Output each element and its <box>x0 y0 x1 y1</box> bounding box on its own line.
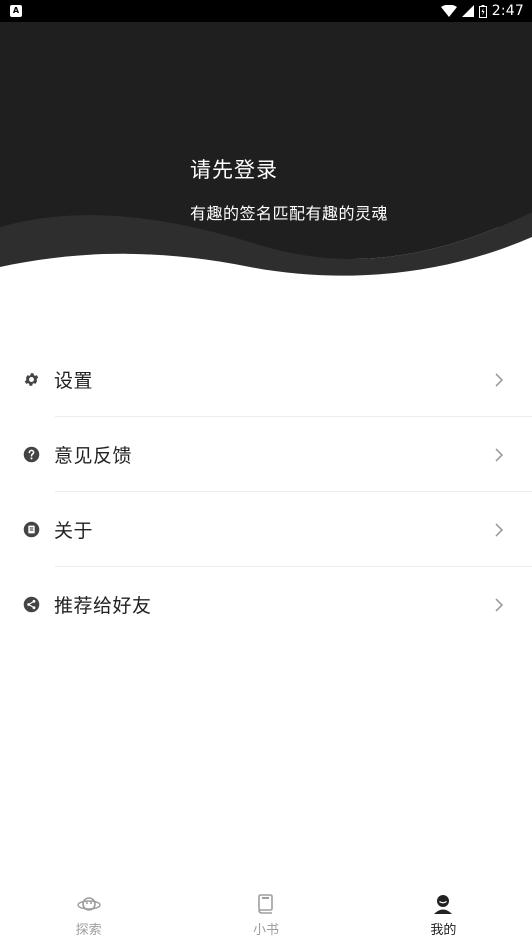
bottom-navigation: 探索 小书 我的 <box>0 880 532 946</box>
share-icon <box>22 596 40 614</box>
wifi-icon <box>440 5 457 17</box>
menu-item-about[interactable]: 关于 <box>0 492 532 567</box>
menu-item-label: 关于 <box>54 520 94 542</box>
settings-menu: 设置 意见反馈 关于 推荐给好友 <box>0 342 532 642</box>
chevron-right-icon <box>495 597 504 612</box>
tab-label: 小书 <box>252 923 279 938</box>
menu-item-share[interactable]: 推荐给好友 <box>0 567 532 642</box>
screen: A 2:47 请先登录 有趣的签名匹配有趣的灵魂 设置 意见反馈 关于 推荐给好… <box>0 0 532 946</box>
menu-item-settings[interactable]: 设置 <box>0 342 532 417</box>
chevron-right-icon <box>495 372 504 387</box>
status-time: 2:47 <box>491 3 524 19</box>
status-bar: A 2:47 <box>0 0 532 22</box>
battery-icon <box>478 4 487 18</box>
chevron-right-icon <box>495 447 504 462</box>
tab-label: 我的 <box>430 923 457 938</box>
tab-book[interactable]: 小书 <box>177 880 354 946</box>
info-card-icon <box>22 521 40 539</box>
book-icon <box>254 892 278 916</box>
profile-header[interactable]: 请先登录 有趣的签名匹配有趣的灵魂 <box>0 22 532 282</box>
cell-signal-icon <box>461 5 474 17</box>
menu-item-label: 推荐给好友 <box>54 595 152 617</box>
tab-explore[interactable]: 探索 <box>0 880 177 946</box>
question-icon <box>22 446 40 464</box>
header-wave-background <box>0 22 532 276</box>
menu-item-label: 意见反馈 <box>54 445 133 467</box>
user-icon <box>431 892 455 916</box>
planet-icon <box>76 892 101 916</box>
gear-icon <box>22 371 40 389</box>
app-notification-icon: A <box>10 5 22 17</box>
menu-item-feedback[interactable]: 意见反馈 <box>0 417 532 492</box>
login-prompt-title[interactable]: 请先登录 <box>190 154 278 184</box>
menu-item-label: 设置 <box>54 370 94 392</box>
tab-label: 探索 <box>75 923 102 938</box>
header-subtitle: 有趣的签名匹配有趣的灵魂 <box>190 204 389 223</box>
chevron-right-icon <box>495 522 504 537</box>
tab-mine[interactable]: 我的 <box>355 880 532 946</box>
